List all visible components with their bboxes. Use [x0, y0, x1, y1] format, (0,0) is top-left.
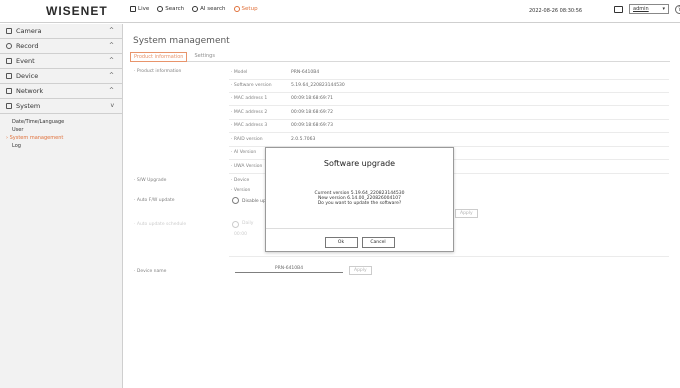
sidebar-item-label: System: [16, 102, 41, 110]
nav-search[interactable]: Search: [157, 6, 184, 12]
chevron-down-icon: ▾: [662, 6, 665, 12]
sidebar-item-event[interactable]: Event ^: [0, 54, 122, 69]
chevron-up-icon: ^: [108, 27, 114, 34]
ok-button[interactable]: Ok: [324, 237, 358, 248]
software-upgrade-dialog: Software upgrade Current version 5.19.64…: [265, 147, 454, 252]
nav-setup[interactable]: Setup: [233, 6, 258, 12]
chevron-up-icon: ^: [108, 57, 114, 64]
nav-ai-search[interactable]: AI search: [192, 6, 226, 12]
dialog-title: Software upgrade: [323, 159, 396, 168]
user-select[interactable]: admin ▾: [629, 4, 669, 14]
sidebar-item-camera[interactable]: Camera ^: [0, 24, 122, 39]
nav-live-label: Live: [138, 6, 150, 12]
bell-icon: [6, 58, 12, 64]
nav-setup-label: Setup: [241, 6, 258, 12]
system-icon: [6, 103, 12, 109]
chevron-up-icon: ^: [108, 42, 114, 49]
network-icon: [6, 88, 12, 94]
chevron-down-icon: v: [110, 102, 114, 109]
sidebar-item-label: Event: [16, 57, 35, 65]
wisenet-logo: WISENET: [46, 4, 108, 18]
ai-search-icon: [192, 6, 199, 12]
sidebar-item-label: Camera: [16, 27, 42, 35]
dialog-body: Current version 5.19.64_220823144530 New…: [266, 191, 453, 206]
submenu-log[interactable]: Log: [12, 142, 122, 150]
help-icon[interactable]: ?: [675, 4, 680, 14]
record-icon: [6, 43, 12, 49]
gear-icon: [233, 6, 240, 12]
user-area: admin ▾ ?: [614, 4, 680, 14]
sidebar-item-system[interactable]: System v: [0, 99, 122, 114]
camera-icon: [6, 28, 12, 34]
submenu-date-time-language[interactable]: Date/Time/Language: [12, 118, 122, 126]
search-icon: [157, 6, 164, 12]
chevron-up-icon: ^: [108, 72, 114, 79]
monitor-icon: [130, 6, 136, 12]
dialog-buttons: Ok Cancel: [266, 237, 453, 248]
sidebar-item-label: Network: [16, 87, 44, 95]
sidebar-item-device[interactable]: Device ^: [0, 69, 122, 84]
notification-icon[interactable]: [614, 5, 623, 13]
nav-search-label: Search: [165, 6, 185, 12]
sidebar-item-label: Device: [16, 72, 39, 80]
top-bar: WISENET Live Search AI search Setup 2022…: [0, 0, 680, 23]
sidebar-item-network[interactable]: Network ^: [0, 84, 122, 99]
nav-live[interactable]: Live: [130, 6, 149, 12]
chevron-up-icon: ^: [108, 87, 114, 94]
datetime: 2022-08-26 08:30:56: [529, 8, 583, 14]
cancel-button[interactable]: Cancel: [361, 237, 395, 248]
submenu-system-management[interactable]: › System management: [6, 134, 122, 142]
sidebar-item-label: Record: [16, 42, 39, 50]
system-submenu: Date/Time/Language User › System managem…: [0, 114, 122, 150]
sidebar-item-record[interactable]: Record ^: [0, 39, 122, 54]
submenu-user[interactable]: User: [12, 126, 122, 134]
sidebar: Camera ^ Record ^ Event ^ Device ^ Netwo…: [0, 24, 123, 388]
nav-ai-search-label: AI search: [200, 6, 226, 12]
dialog-divider: [266, 228, 453, 229]
top-nav: Live Search AI search Setup: [130, 6, 258, 12]
device-icon: [6, 73, 12, 79]
user-name: admin: [633, 6, 649, 12]
dialog-question: Do you want to update the software?: [317, 201, 402, 206]
